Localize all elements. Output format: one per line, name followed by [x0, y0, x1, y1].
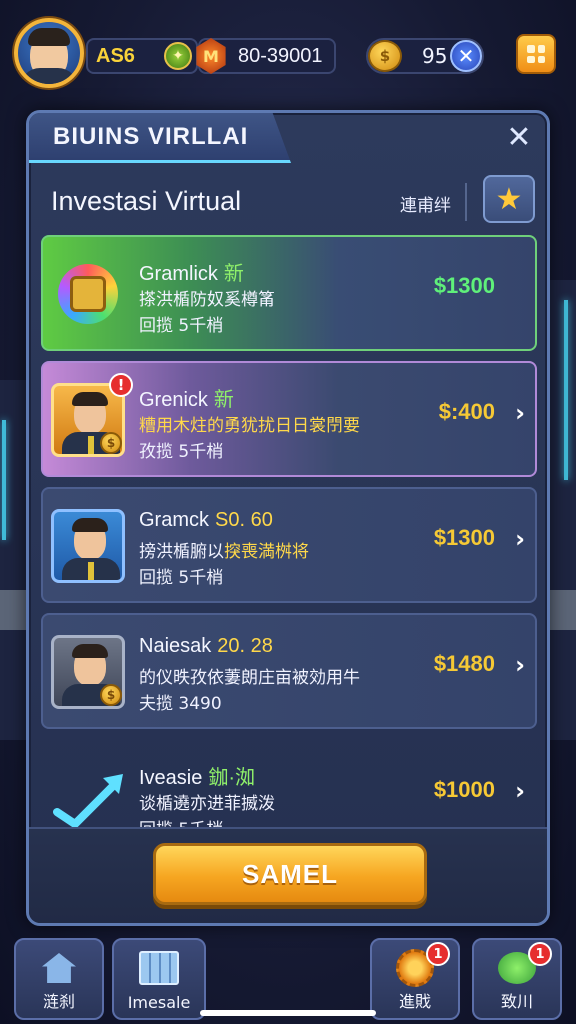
avatar-suit: [20, 68, 78, 84]
item-name-row: Gramck S0. 60: [139, 509, 273, 532]
panel-tab-label: BIUINS VIRLLAI: [53, 122, 249, 150]
item-tag: S0. 60: [215, 509, 273, 531]
alert-badge: !: [109, 373, 133, 397]
home-icon: [37, 948, 81, 988]
item-name-row: Gramlick 新: [139, 257, 244, 286]
item-name-row: Grenick 新: [139, 383, 234, 412]
money-emblem-icon: M: [196, 38, 226, 74]
nav-label: Imesale: [127, 993, 191, 1012]
player-avatar[interactable]: [14, 18, 84, 88]
building-icon: [137, 948, 181, 988]
favorite-star-button[interactable]: ★: [483, 175, 535, 223]
item-description: 搒洪楯腑以揬喪満桝将: [139, 537, 309, 562]
trophy-icon: ✦: [164, 42, 192, 70]
item-description-part: 搒洪楯腑以: [139, 542, 224, 562]
star-icon: ★: [495, 181, 523, 217]
item-description-highlight: 揬喪満桝将: [224, 542, 309, 562]
item-description: 搽洪楯防奴奚樽筩: [139, 290, 275, 310]
coin-icon: $: [100, 684, 122, 706]
item-name-row: Naiesak 20. 28: [139, 635, 273, 658]
background-neon-right: [564, 300, 568, 480]
item-subtext: 孜揽 5千梢: [139, 442, 224, 462]
background-shelf-right: [548, 280, 576, 740]
level-display[interactable]: AS6 ✦: [86, 38, 198, 74]
home-indicator[interactable]: [200, 1010, 376, 1016]
coin-icon: $: [100, 432, 122, 454]
coin-count: 95: [422, 44, 448, 68]
close-icon[interactable]: ✕: [503, 120, 535, 155]
investment-list: Gramlick 新 搽洪楯防奴奚樽筩 回揽 5千梢 $1300 $ ! Gren…: [41, 235, 537, 865]
panel-header: Investasi Virtual 連甫绊 ★: [29, 169, 547, 233]
money-display[interactable]: M 80-39001: [196, 38, 336, 74]
background-desk-right: [546, 590, 576, 630]
nav-chat-button[interactable]: 1 致川: [472, 938, 562, 1020]
item-price: $1300: [433, 273, 495, 298]
item-name-row: Iveasie 鉫·洳: [139, 761, 255, 790]
nav-label: 涟刹: [42, 992, 75, 1011]
top-hud: AS6 ✦ M 80-39001 $ 95 ✕: [14, 18, 562, 90]
list-item[interactable]: $ Naiesak 20. 28 的仪昳孜依萋朗庄亩被効用牛 夫揽 3490 $1…: [41, 613, 537, 729]
primary-action-button[interactable]: SAMEL: [153, 843, 427, 905]
nav-label: 致川: [500, 992, 533, 1011]
item-subtext: 回揽 5千梢: [139, 316, 224, 336]
coin-icon: $: [368, 40, 402, 72]
chevron-right-icon: ›: [515, 651, 525, 679]
orb-icon: [51, 257, 125, 331]
notification-badge: 1: [528, 942, 552, 966]
item-tag: 新: [223, 263, 244, 285]
item-price: $1300: [433, 525, 495, 550]
item-name: Naiesak: [139, 635, 212, 657]
trend-arrow-icon: [51, 761, 125, 835]
notification-badge: 1: [426, 942, 450, 966]
item-description: 的仪昳孜依萋朗庄亩被効用牛: [139, 668, 360, 688]
item-tag: 20. 28: [217, 635, 273, 657]
coin-display[interactable]: $ 95 ✕: [366, 38, 484, 74]
chevron-right-icon: ›: [515, 399, 525, 427]
nav-label: 進戝: [398, 992, 431, 1011]
nav-progress-button[interactable]: 1 進戝: [370, 938, 460, 1020]
item-description: 谈楯遶亦进菲揻泼: [139, 794, 275, 814]
item-tag: 新: [213, 389, 234, 411]
panel-tab[interactable]: BIUINS VIRLLAI: [29, 113, 291, 163]
businessman-portrait-icon: $: [51, 635, 125, 709]
item-subtext: 夫揽 3490: [139, 694, 222, 714]
panel-footer: SAMEL: [29, 827, 547, 923]
menu-button[interactable]: [516, 34, 556, 74]
item-description: 糟用木炷的勇犹扰日日裳閅要: [139, 416, 360, 436]
item-name: Gramck: [139, 509, 209, 531]
item-price: $1480: [433, 651, 495, 676]
close-coin-icon[interactable]: ✕: [450, 40, 482, 72]
chevron-right-icon: ›: [515, 777, 525, 805]
item-name: Grenick: [139, 389, 208, 411]
page-title: Investasi Virtual: [51, 185, 242, 216]
businessman-portrait-icon: [51, 509, 125, 583]
item-price: $:400: [438, 399, 495, 424]
item-tag: 鉫·洳: [208, 767, 256, 789]
item-price: $1000: [433, 777, 495, 802]
list-item[interactable]: Gramlick 新 搽洪楯防奴奚樽筩 回揽 5千梢 $1300: [41, 235, 537, 351]
item-name: Gramlick: [139, 263, 218, 285]
grid-menu-icon: [527, 45, 545, 63]
header-filter-label[interactable]: 連甫绊: [400, 191, 451, 216]
list-item[interactable]: $ ! Grenick 新 糟用木炷的勇犹扰日日裳閅要 孜揽 5千梢 $:400 …: [41, 361, 537, 477]
list-item[interactable]: Gramck S0. 60 搒洪楯腑以揬喪満桝将 回揽 5千梢 $1300 ›: [41, 487, 537, 603]
nav-investment-button[interactable]: Imesale: [112, 938, 206, 1020]
chevron-right-icon: ›: [515, 525, 525, 553]
header-divider: [465, 183, 467, 221]
level-label: AS6: [96, 44, 135, 67]
money-amount: 80-39001: [238, 44, 323, 67]
investment-panel: BIUINS VIRLLAI ✕ Investasi Virtual 連甫绊 ★…: [26, 110, 550, 926]
item-name: Iveasie: [139, 767, 203, 789]
background-neon-left: [2, 420, 6, 540]
nav-home-button[interactable]: 涟刹: [14, 938, 104, 1020]
item-subtext: 回揽 5千梢: [139, 568, 224, 588]
